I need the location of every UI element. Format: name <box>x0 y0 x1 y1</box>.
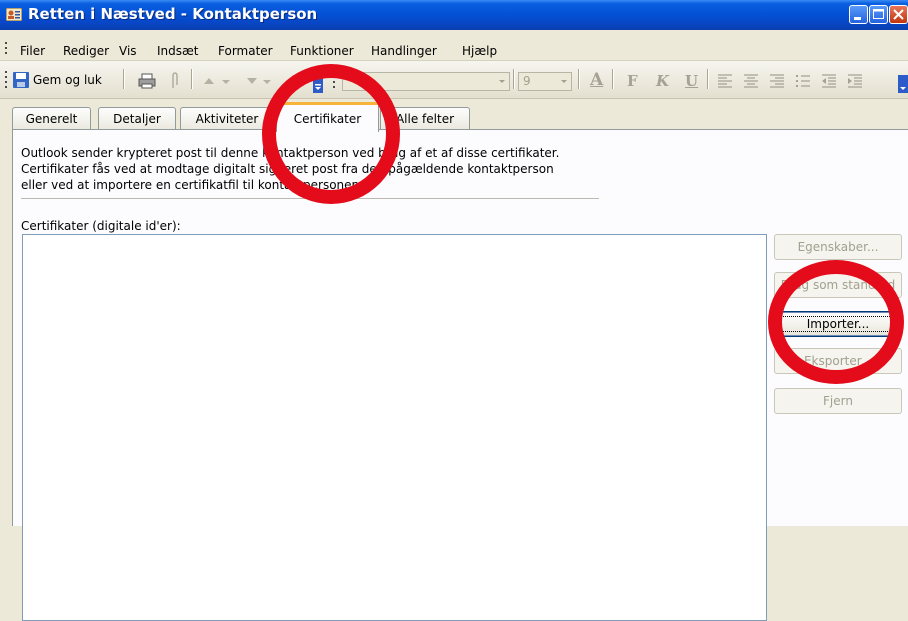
tab-strip: Generelt Detaljer Aktiviteter Certifikat… <box>0 102 908 132</box>
print-icon[interactable] <box>138 73 156 89</box>
certificates-list-label: Certifikater (digitale id'er): <box>21 219 181 233</box>
bold-icon[interactable]: F <box>627 72 638 90</box>
toolbar-separator <box>707 69 709 89</box>
contact-card-icon <box>6 8 22 21</box>
font-color-icon[interactable]: A <box>590 70 603 90</box>
save-close-label: Gem og luk <box>33 73 102 87</box>
bullets-icon[interactable] <box>795 74 811 88</box>
toolbar-separator <box>578 69 580 89</box>
save-disk-icon <box>13 72 29 88</box>
menu-indsaet[interactable]: Indsæt <box>157 44 199 58</box>
menu-hjaelp[interactable]: Hjælp <box>462 44 497 58</box>
eksporter-button[interactable]: Eksporter... <box>774 348 902 374</box>
tab-alle-felter[interactable]: Alle felter <box>380 107 470 131</box>
button-label: Brug som standard <box>780 278 896 292</box>
toolbar-separator <box>513 69 515 89</box>
attach-paperclip-icon[interactable] <box>170 72 180 90</box>
font-size-value: 9 <box>523 74 531 88</box>
description-line: Outlook sender krypteret post til denne … <box>21 146 560 160</box>
certificates-description: Outlook sender krypteret post til denne … <box>21 145 559 193</box>
menu-grip-icon[interactable] <box>5 42 8 56</box>
tab-aktiviteter[interactable]: Aktiviteter <box>180 107 274 131</box>
toolbar: Gem og luk 9 A F K U <box>0 61 908 99</box>
maximize-icon <box>873 9 884 19</box>
brug-som-standard-button[interactable]: Brug som standard <box>774 272 902 298</box>
tab-certifikater[interactable]: Certifikater <box>276 102 379 132</box>
menu-funktioner[interactable]: Funktioner <box>290 44 354 58</box>
tab-label: Detaljer <box>113 112 161 126</box>
egenskaber-button[interactable]: Egenskaber... <box>774 234 902 260</box>
divider <box>21 198 599 199</box>
decrease-indent-icon[interactable] <box>821 74 837 88</box>
close-icon <box>893 9 904 20</box>
toolbar-separator <box>612 69 614 89</box>
chevron-down-icon <box>561 80 567 83</box>
certificates-page: Outlook sender krypteret post til denne … <box>12 130 908 621</box>
menu-vis[interactable]: Vis <box>119 44 137 58</box>
underline-icon[interactable]: U <box>685 72 698 90</box>
chevron-down-icon <box>499 80 505 83</box>
menu-formater[interactable]: Formater <box>218 44 273 58</box>
importer-button[interactable]: Importer... <box>774 311 902 337</box>
description-line: Certifikater fås ved at modtage digitalt… <box>21 162 554 176</box>
align-center-icon[interactable] <box>743 74 759 88</box>
toolbar-grip-icon[interactable] <box>5 71 8 89</box>
tab-label: Generelt <box>25 112 78 126</box>
menu-handlinger[interactable]: Handlinger <box>371 44 437 58</box>
increase-indent-icon[interactable] <box>847 74 863 88</box>
menu-filer[interactable]: Filer <box>20 44 45 58</box>
tab-detaljer[interactable]: Detaljer <box>98 107 176 131</box>
align-right-icon[interactable] <box>769 74 785 88</box>
button-label: Fjern <box>823 394 853 408</box>
format-toolbar-grip-icon[interactable] <box>333 71 336 89</box>
menu-bar: Filer Rediger Vis Indsæt Formater Funkti… <box>0 30 908 61</box>
tab-label: Aktiviteter <box>195 112 259 126</box>
minimize-icon <box>854 17 861 20</box>
align-left-icon[interactable] <box>717 74 733 88</box>
previous-item-icon[interactable] <box>203 75 233 87</box>
next-item-icon[interactable] <box>246 75 274 87</box>
tab-generelt[interactable]: Generelt <box>12 107 91 131</box>
menu-rediger[interactable]: Rediger <box>63 44 109 58</box>
window-title: Retten i Næstved - Kontaktperson <box>28 5 318 23</box>
tab-label: Certifikater <box>293 112 362 126</box>
font-name-combo[interactable] <box>342 72 510 91</box>
title-bar[interactable]: Retten i Næstved - Kontaktperson <box>0 0 908 30</box>
tab-label: Alle felter <box>395 112 455 126</box>
fjern-button[interactable]: Fjern <box>774 388 902 414</box>
font-size-dropdown[interactable] <box>557 73 571 90</box>
button-label: Egenskaber... <box>797 240 879 254</box>
button-label: Eksporter... <box>803 354 873 368</box>
italic-icon[interactable]: K <box>656 72 669 90</box>
description-line: eller ved at importere en certifikatfil … <box>21 178 363 192</box>
certificates-list[interactable] <box>22 234 767 621</box>
minimize-button[interactable] <box>849 5 868 24</box>
font-size-combo[interactable]: 9 <box>518 72 572 91</box>
toolbar-separator <box>123 69 125 89</box>
close-button[interactable] <box>889 5 908 24</box>
toolbar-separator <box>191 69 193 89</box>
toolbar-options-icon[interactable] <box>313 75 323 93</box>
focus-ring <box>780 316 896 332</box>
maximize-button[interactable] <box>869 5 888 24</box>
format-toolbar-options-icon[interactable] <box>898 75 908 93</box>
font-name-dropdown[interactable] <box>495 73 509 90</box>
